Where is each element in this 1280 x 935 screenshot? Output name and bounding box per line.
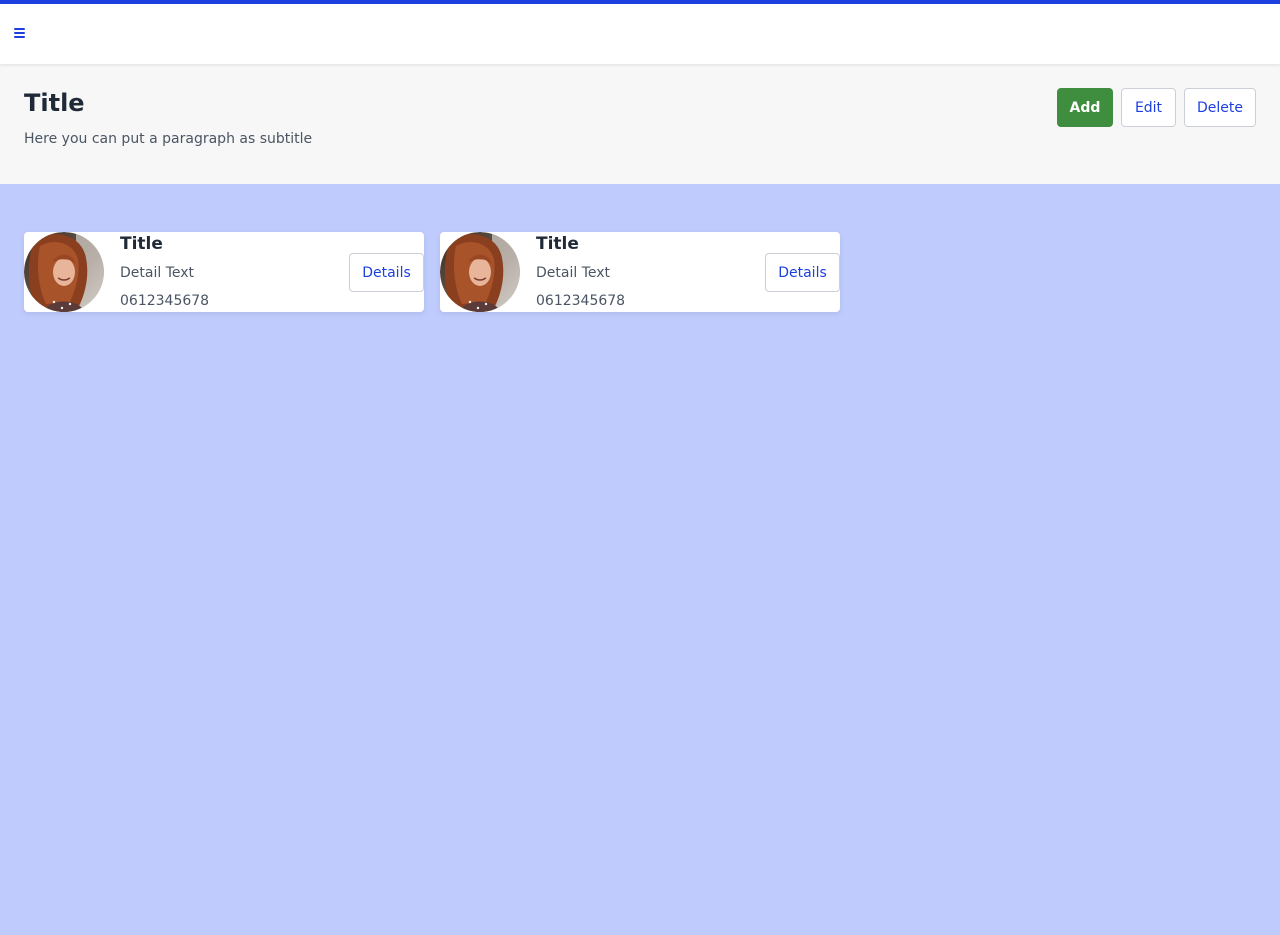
card-title: Title: [536, 234, 579, 254]
hamburger-menu-icon[interactable]: [13, 26, 27, 40]
add-button[interactable]: Add: [1057, 88, 1113, 127]
header-actions: Add Edit Delete: [1057, 88, 1256, 127]
contact-card: Title Detail Text 0612345678 Details: [24, 232, 424, 312]
contact-card: Title Detail Text 0612345678 Details: [440, 232, 840, 312]
details-button[interactable]: Details: [765, 253, 840, 292]
delete-button[interactable]: Delete: [1184, 88, 1256, 127]
avatar: [440, 232, 520, 312]
card-detail-text: Detail Text: [120, 265, 195, 281]
top-navigation-bar: [0, 0, 1280, 64]
card-title: Title: [120, 234, 163, 254]
avatar: [24, 232, 104, 312]
card-list: Title Detail Text 0612345678 Details Tit…: [24, 232, 840, 312]
page-subtitle: Here you can put a paragraph as subtitle: [24, 131, 313, 147]
card-phone-number: 0612345678: [120, 293, 210, 309]
page-title: Title: [24, 89, 85, 117]
edit-button[interactable]: Edit: [1121, 88, 1176, 127]
card-detail-text: Detail Text: [536, 265, 611, 281]
page-header: Title Here you can put a paragraph as su…: [0, 64, 1280, 184]
details-button[interactable]: Details: [349, 253, 424, 292]
card-phone-number: 0612345678: [536, 293, 626, 309]
